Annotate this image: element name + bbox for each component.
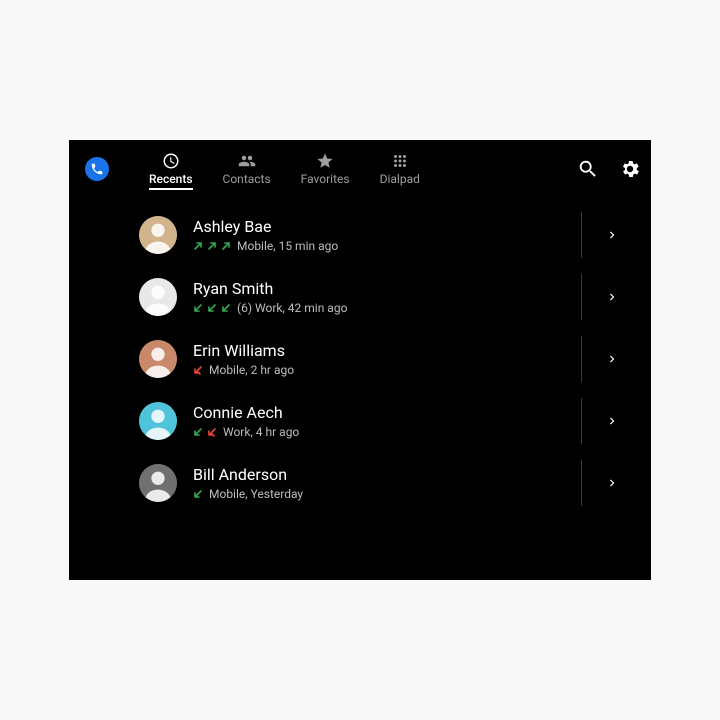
tab-label: Favorites [301,172,350,186]
call-detail: Mobile, Yesterday [209,487,303,501]
tab-contacts[interactable]: Contacts [223,152,271,186]
contact-name: Connie Aech [193,403,581,422]
settings-button[interactable] [619,158,641,180]
call-detail-button[interactable] [581,398,641,444]
contact-name: Erin Williams [193,341,581,360]
avatar [139,464,177,502]
contact-name: Ashley Bae [193,217,581,236]
call-row[interactable]: Bill Anderson Mobile, Yesterday [139,452,651,514]
chevron-right-icon [605,352,619,366]
incoming-call-icon [221,303,231,313]
star-icon [316,152,334,170]
call-meta: (6) Work, 42 min ago [193,301,581,315]
call-row[interactable]: Ryan Smith (6) Work, 42 min ago [139,266,651,328]
tab-recents[interactable]: Recents [149,152,193,190]
dialpad-icon [391,152,409,170]
incoming-call-icon [193,427,203,437]
clock-icon [162,152,180,170]
call-row[interactable]: Ashley Bae Mobile, 15 min ago [139,204,651,266]
call-detail-button[interactable] [581,336,641,382]
phone-app-frame: Recents Contacts Favorites Dialpad [69,140,651,580]
missed-call-icon [193,365,203,375]
recents-list: Ashley Bae Mobile, 15 min ago Ryan Smith (6… [69,198,651,514]
search-button[interactable] [577,158,599,180]
outgoing-call-icon [221,241,231,251]
tab-label: Dialpad [380,172,420,186]
call-meta: Work, 4 hr ago [193,425,581,439]
call-row[interactable]: Connie Aech Work, 4 hr ago [139,390,651,452]
tab-dialpad[interactable]: Dialpad [380,152,420,186]
call-detail-button[interactable] [581,274,641,320]
avatar [139,340,177,378]
incoming-call-icon [193,303,203,313]
call-info: Ashley Bae Mobile, 15 min ago [193,217,581,253]
call-info: Bill Anderson Mobile, Yesterday [193,465,581,501]
call-row[interactable]: Erin Williams Mobile, 2 hr ago [139,328,651,390]
call-detail: Mobile, 15 min ago [237,239,338,253]
call-detail: (6) Work, 42 min ago [237,301,347,315]
avatar [139,278,177,316]
search-icon [577,158,599,180]
call-info: Ryan Smith (6) Work, 42 min ago [193,279,581,315]
call-info: Connie Aech Work, 4 hr ago [193,403,581,439]
chevron-right-icon [605,228,619,242]
tabs: Recents Contacts Favorites Dialpad [149,152,420,186]
call-detail: Mobile, 2 hr ago [209,363,294,377]
call-detail-button[interactable] [581,460,641,506]
call-detail-button[interactable] [581,212,641,258]
top-bar: Recents Contacts Favorites Dialpad [69,140,651,198]
contact-name: Bill Anderson [193,465,581,484]
people-icon [238,152,256,170]
tab-label: Recents [149,172,193,186]
tab-favorites[interactable]: Favorites [301,152,350,186]
contact-name: Ryan Smith [193,279,581,298]
outgoing-call-icon [193,241,203,251]
call-detail: Work, 4 hr ago [223,425,299,439]
chevron-right-icon [605,476,619,490]
phone-app-icon [85,157,109,181]
avatar [139,402,177,440]
gear-icon [619,158,641,180]
avatar [139,216,177,254]
incoming-call-icon [207,303,217,313]
tab-label: Contacts [223,172,271,186]
call-meta: Mobile, 15 min ago [193,239,581,253]
outgoing-call-icon [207,241,217,251]
call-meta: Mobile, 2 hr ago [193,363,581,377]
incoming-call-icon [193,489,203,499]
call-info: Erin Williams Mobile, 2 hr ago [193,341,581,377]
chevron-right-icon [605,290,619,304]
chevron-right-icon [605,414,619,428]
call-meta: Mobile, Yesterday [193,487,581,501]
missed-call-icon [207,427,217,437]
